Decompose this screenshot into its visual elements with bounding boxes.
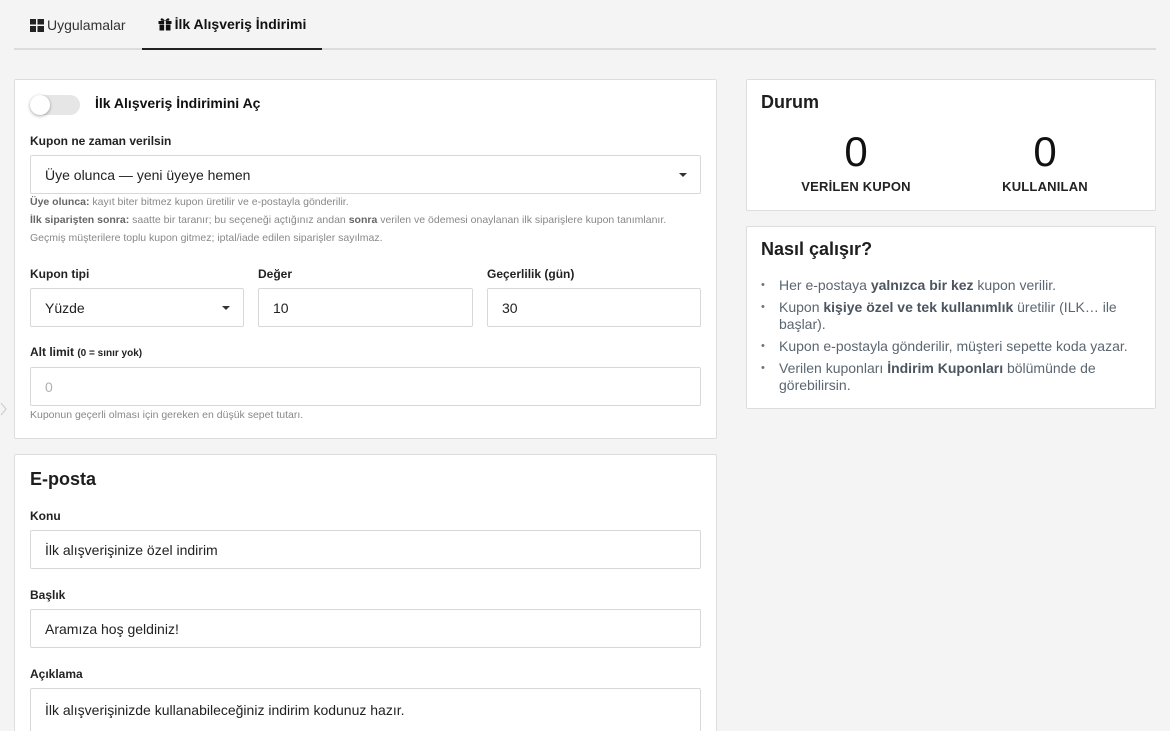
min-limit-label-sub: (0 = sınır yok) bbox=[77, 348, 143, 359]
help-3: Geçmiş müşterilere toplu kupon gitmez; i… bbox=[30, 232, 383, 244]
when-help: Üye olunca: kayıt biter bitmez kupon üre… bbox=[30, 193, 710, 247]
validity-label: Geçerlilik (gün) bbox=[487, 267, 575, 281]
description-textarea[interactable]: İlk alışverişinizde kullanabileceğiniz i… bbox=[30, 688, 701, 731]
when-select[interactable]: Üye olunca — yeni üyeye hemen bbox=[30, 155, 701, 194]
when-select-value: Üye olunca — yeni üyeye hemen bbox=[45, 166, 251, 183]
issued-coupons-stat: 0 VERİLEN KUPON bbox=[761, 128, 951, 195]
list-item: Her e-postaya yalnızca bir kez kupon ver… bbox=[761, 277, 1141, 294]
list-item: Verilen kuponları İndirim Kuponları bölü… bbox=[761, 360, 1141, 394]
settings-panel: İlk Alışveriş İndirimini Aç Kupon ne zam… bbox=[14, 79, 717, 439]
issued-count: 0 bbox=[844, 128, 868, 175]
description-label: Açıklama bbox=[30, 667, 83, 681]
tab-first-purchase-discount[interactable]: İlk Alışveriş İndirimi bbox=[141, 0, 323, 50]
how-list: Her e-postaya yalnızca bir kez kupon ver… bbox=[761, 277, 1141, 399]
coupon-type-value: Yüzde bbox=[45, 299, 85, 316]
help-2-text-b: verilen ve ödemesi onaylanan ilk sipariş… bbox=[377, 214, 667, 226]
description-value: İlk alışverişinizde kullanabileceğiniz i… bbox=[45, 702, 405, 718]
subject-input[interactable]: İlk alışverişinize özel indirim bbox=[30, 530, 701, 569]
tab-bar: Uygulamalar İlk Alışveriş İndirimi bbox=[14, 0, 1156, 50]
value-label: Değer bbox=[258, 267, 293, 281]
how-it-works-panel: Nasıl çalışır? Her e-postaya yalnızca bi… bbox=[746, 226, 1156, 409]
used-label: KULLANILAN bbox=[1002, 179, 1088, 194]
help-1-bold: Üye olunca: bbox=[30, 196, 90, 208]
heading-input[interactable]: Aramıza hoş geldiniz! bbox=[30, 609, 701, 648]
coupon-type-select[interactable]: Yüzde bbox=[30, 288, 244, 327]
min-limit-placeholder: 0 bbox=[45, 378, 53, 395]
caret-down-icon bbox=[679, 173, 687, 177]
when-label: Kupon ne zaman verilsin bbox=[30, 134, 172, 148]
help-2-bold2: sonra bbox=[348, 214, 378, 226]
subject-label: Konu bbox=[30, 509, 61, 523]
status-panel: Durum 0 VERİLEN KUPON 0 KULLANILAN bbox=[746, 79, 1156, 211]
enable-toggle[interactable] bbox=[30, 95, 80, 115]
used-coupons-stat: 0 KULLANILAN bbox=[950, 128, 1140, 195]
help-1-text: kayıt biter bitmez kupon üretilir ve e-p… bbox=[89, 196, 349, 208]
enable-toggle-label: İlk Alışveriş İndirimini Aç bbox=[95, 95, 261, 111]
validity-input-value: 30 bbox=[502, 299, 518, 316]
used-count: 0 bbox=[1033, 128, 1057, 175]
how-title: Nasıl çalışır? bbox=[761, 239, 873, 259]
tab-applications-label: Uygulamalar bbox=[47, 17, 126, 33]
validity-input[interactable]: 30 bbox=[487, 288, 701, 327]
tab-first-purchase-discount-label: İlk Alışveriş İndirimi bbox=[174, 16, 307, 32]
toggle-knob bbox=[30, 95, 50, 115]
min-limit-label: Alt limit (0 = sınır yok) bbox=[30, 345, 142, 359]
tab-applications[interactable]: Uygulamalar bbox=[14, 0, 142, 50]
issued-label: VERİLEN KUPON bbox=[801, 179, 911, 194]
grid-icon bbox=[30, 18, 44, 32]
min-limit-input[interactable]: 0 bbox=[30, 367, 701, 406]
subject-input-value: İlk alışverişinize özel indirim bbox=[45, 541, 218, 558]
heading-input-value: Aramıza hoş geldiniz! bbox=[45, 620, 179, 637]
caret-down-icon bbox=[222, 306, 230, 310]
value-input[interactable]: 10 bbox=[258, 288, 473, 327]
min-limit-help: Kuponun geçerli olması için gereken en d… bbox=[30, 409, 304, 421]
list-item: Kupon e-postayla gönderilir, müşteri sep… bbox=[761, 338, 1141, 355]
list-item: Kupon kişiye özel ve tek kullanımlık üre… bbox=[761, 299, 1141, 333]
heading-label: Başlık bbox=[30, 588, 66, 602]
email-title: E-posta bbox=[30, 469, 97, 489]
status-title: Durum bbox=[761, 92, 819, 112]
gift-icon bbox=[158, 17, 172, 31]
min-limit-label-text: Alt limit bbox=[30, 345, 74, 359]
help-2-text-a: saatte bir taranır; bu seçeneği açtığını… bbox=[129, 214, 349, 226]
coupon-type-label: Kupon tipi bbox=[30, 267, 90, 281]
help-2-bold: İlk siparişten sonra: bbox=[30, 214, 130, 226]
email-panel: E-posta Konu İlk alışverişinize özel ind… bbox=[14, 454, 717, 731]
chevron-right-icon bbox=[0, 402, 8, 419]
value-input-value: 10 bbox=[273, 299, 289, 316]
